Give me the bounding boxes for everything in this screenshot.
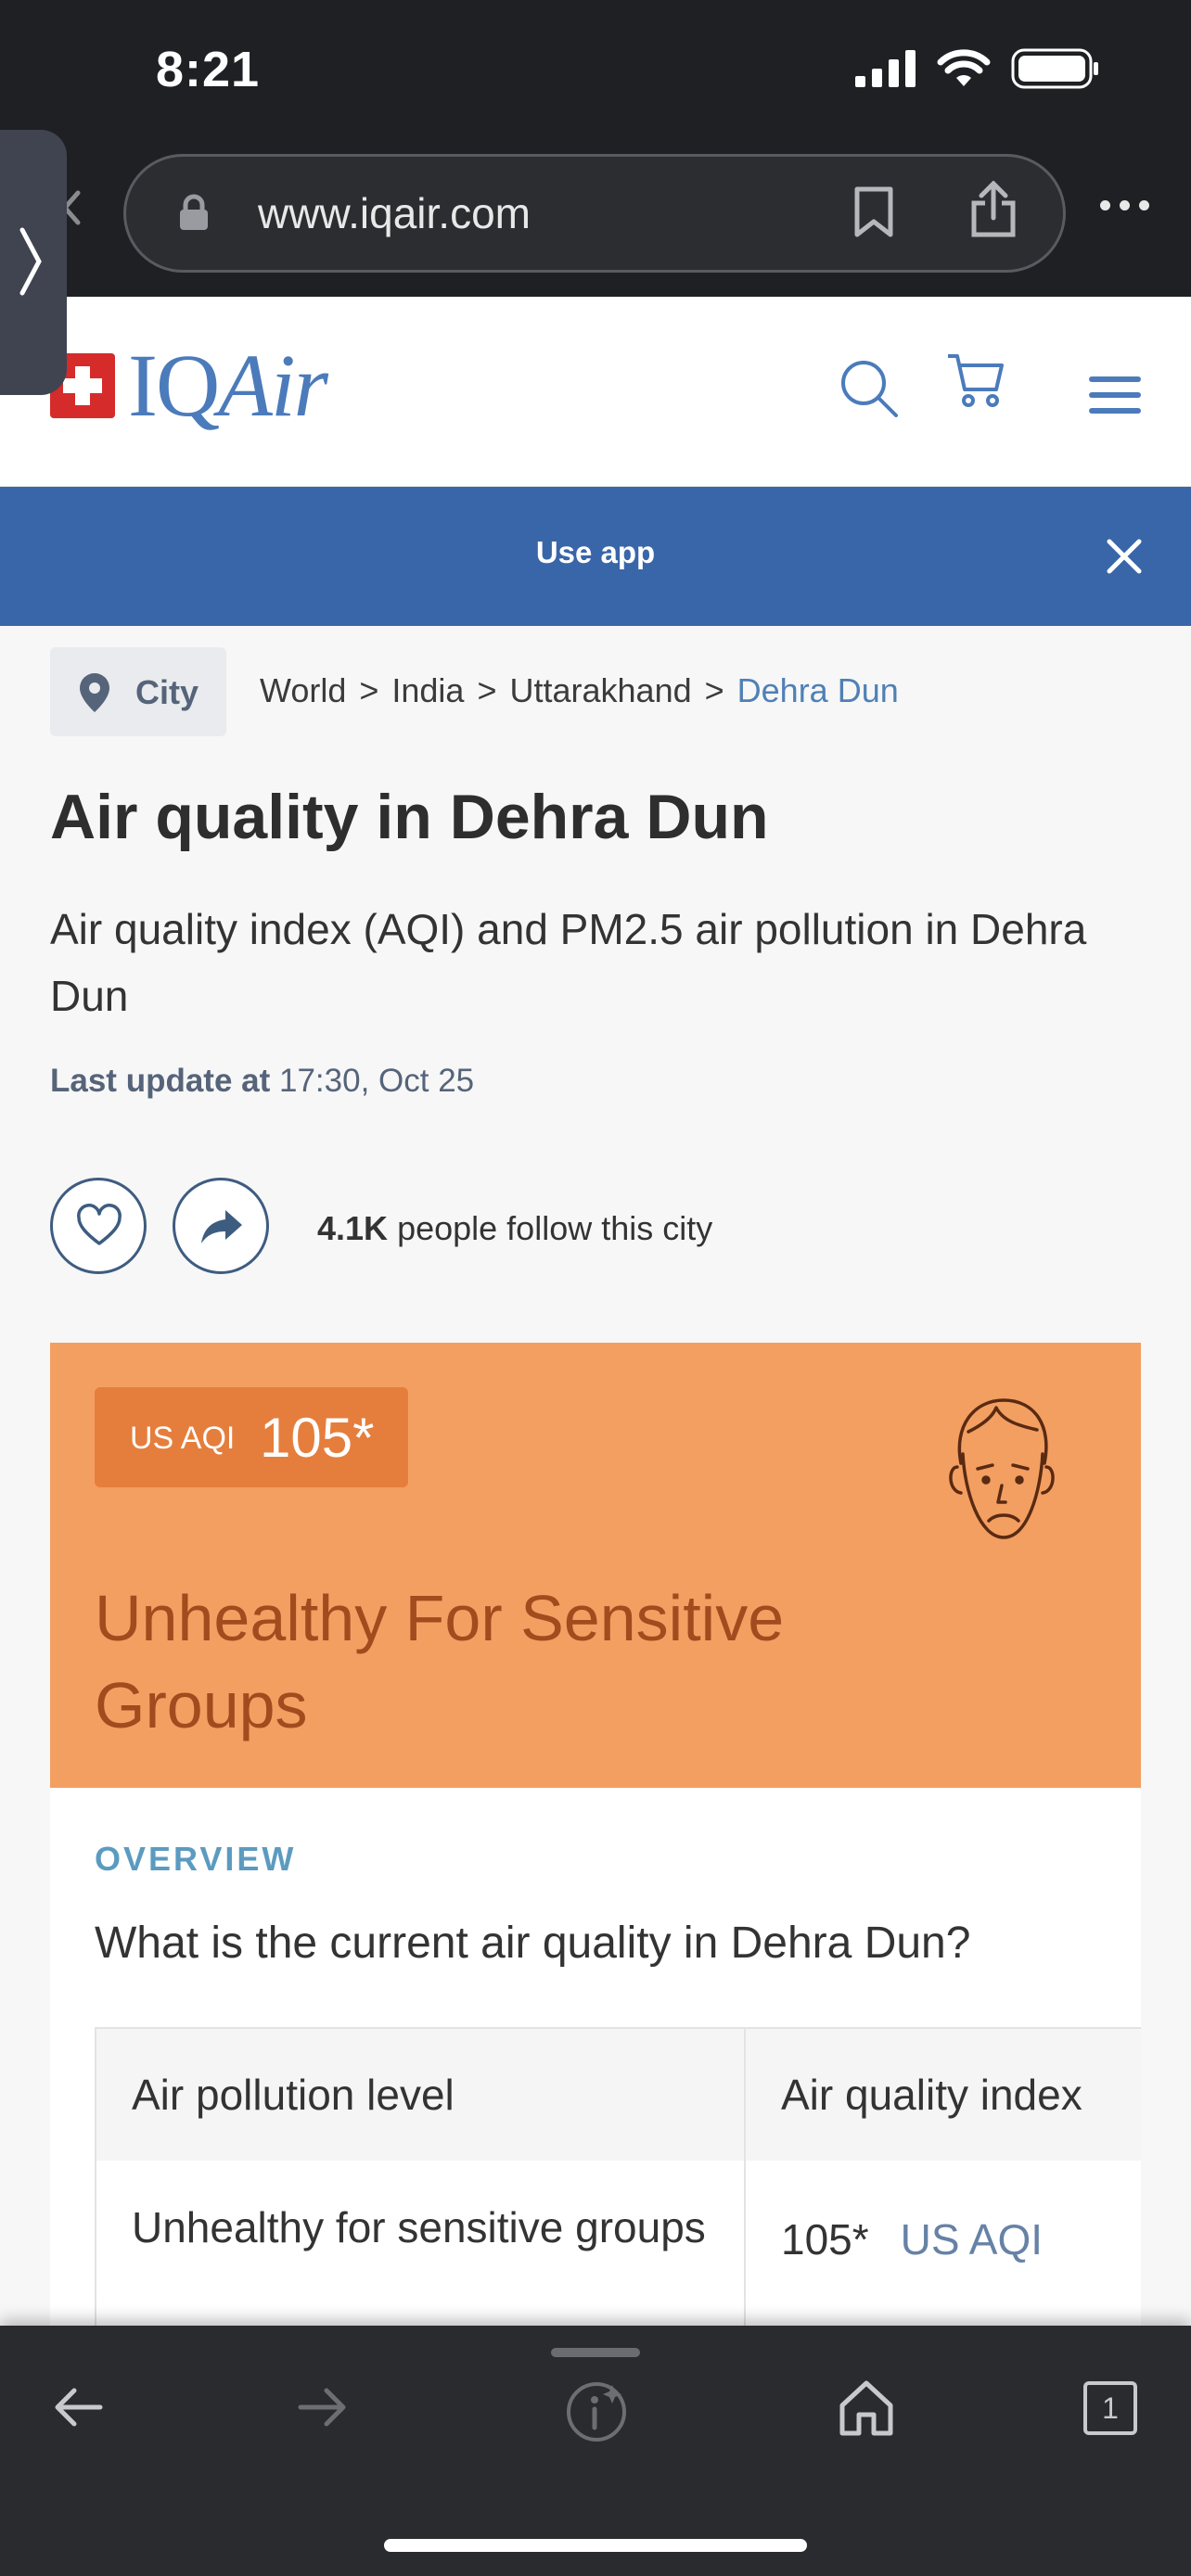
url-text[interactable]: www.iqair.com [258,188,531,238]
breadcrumb: World > India > Uttarakhand > Dehra Dun [260,671,899,709]
forward-arrow-icon[interactable] [297,2385,349,2429]
overview-label: OVERVIEW [95,1840,297,1878]
heart-icon [77,1204,122,1245]
breadcrumb-uttarakhand[interactable]: Uttarakhand [510,671,692,709]
info-icon[interactable] [564,2379,629,2444]
browser-toolbar: www.iqair.com [0,139,1191,297]
aqi-status: Unhealthy For Sensitive Groups [95,1582,785,1741]
aqi-badge: US AQI 105* [95,1387,408,1487]
sad-face-icon [949,1398,1055,1539]
location-pin-icon [80,673,109,712]
browser-bottom-toolbar: 1 [0,2326,1191,2576]
share-icon[interactable] [970,181,1017,238]
signal-icon [855,50,916,87]
status-time: 8:21 [156,42,261,97]
toolbar-grabber[interactable] [551,2348,640,2357]
overview-section: OVERVIEW What is the current air quality… [50,1788,1141,2363]
use-app-label[interactable]: Use app [0,535,1191,570]
breadcrumb-india[interactable]: India [391,671,464,709]
share-arrow-icon [201,1210,242,1243]
use-app-banner[interactable]: Use app [0,487,1191,626]
page-subtitle: Air quality index (AQI) and PM2.5 air po… [50,905,1087,1020]
city-type-chip: City [50,647,226,736]
follow-button[interactable] [50,1178,147,1274]
pollution-table: Air pollution level Air quality index Un… [95,2027,1141,2363]
last-update: Last update at 17:30, Oct 25 [50,1063,475,1099]
tabs-button[interactable]: 1 [1083,2381,1137,2435]
wifi-icon [937,49,991,86]
overview-question: What is the current air quality in Dehra… [95,1919,971,1968]
status-bar: 8:21 [0,0,1191,139]
aqi-card: US AQI 105* Unhealthy For Sensitive Grou… [50,1343,1141,1788]
cart-icon[interactable] [946,352,1005,408]
bookmark-icon[interactable] [853,186,894,238]
site-header: IQAir [0,297,1191,487]
aqi-unit: US AQI [130,1421,236,1456]
chevron-right-icon [19,227,42,296]
status-icons [855,48,1100,89]
aqi-value: 105* [260,1407,375,1469]
last-update-value: 17:30, Oct 25 [279,1063,475,1099]
table-header-index: Air quality index [746,2029,1141,2161]
table-cell-index: 105* US AQI [781,2215,1044,2264]
breadcrumb-world[interactable]: World [260,671,346,709]
page-title: Air quality in Dehra Dun [50,782,769,852]
home-indicator[interactable] [384,2539,807,2552]
side-panel-tab[interactable] [0,130,67,395]
close-icon[interactable] [1106,538,1143,575]
more-icon[interactable] [1100,200,1149,210]
tab-count: 1 [1102,2391,1119,2425]
home-icon[interactable] [837,2378,896,2437]
back-arrow-icon[interactable] [52,2385,104,2429]
follower-count: 4.1K people follow this city [317,1209,713,1247]
breadcrumb-dehra-dun[interactable]: Dehra Dun [737,671,899,709]
search-icon[interactable] [839,358,900,419]
city-chip-label: City [135,673,199,711]
table-header-level: Air pollution level [96,2029,746,2161]
lock-icon [180,194,208,230]
iqair-logo[interactable]: IQAir [50,341,328,430]
battery-icon [1011,48,1098,89]
address-bar[interactable]: www.iqair.com [123,154,1066,273]
hamburger-menu-icon[interactable] [1089,376,1141,414]
share-city-button[interactable] [173,1178,269,1274]
